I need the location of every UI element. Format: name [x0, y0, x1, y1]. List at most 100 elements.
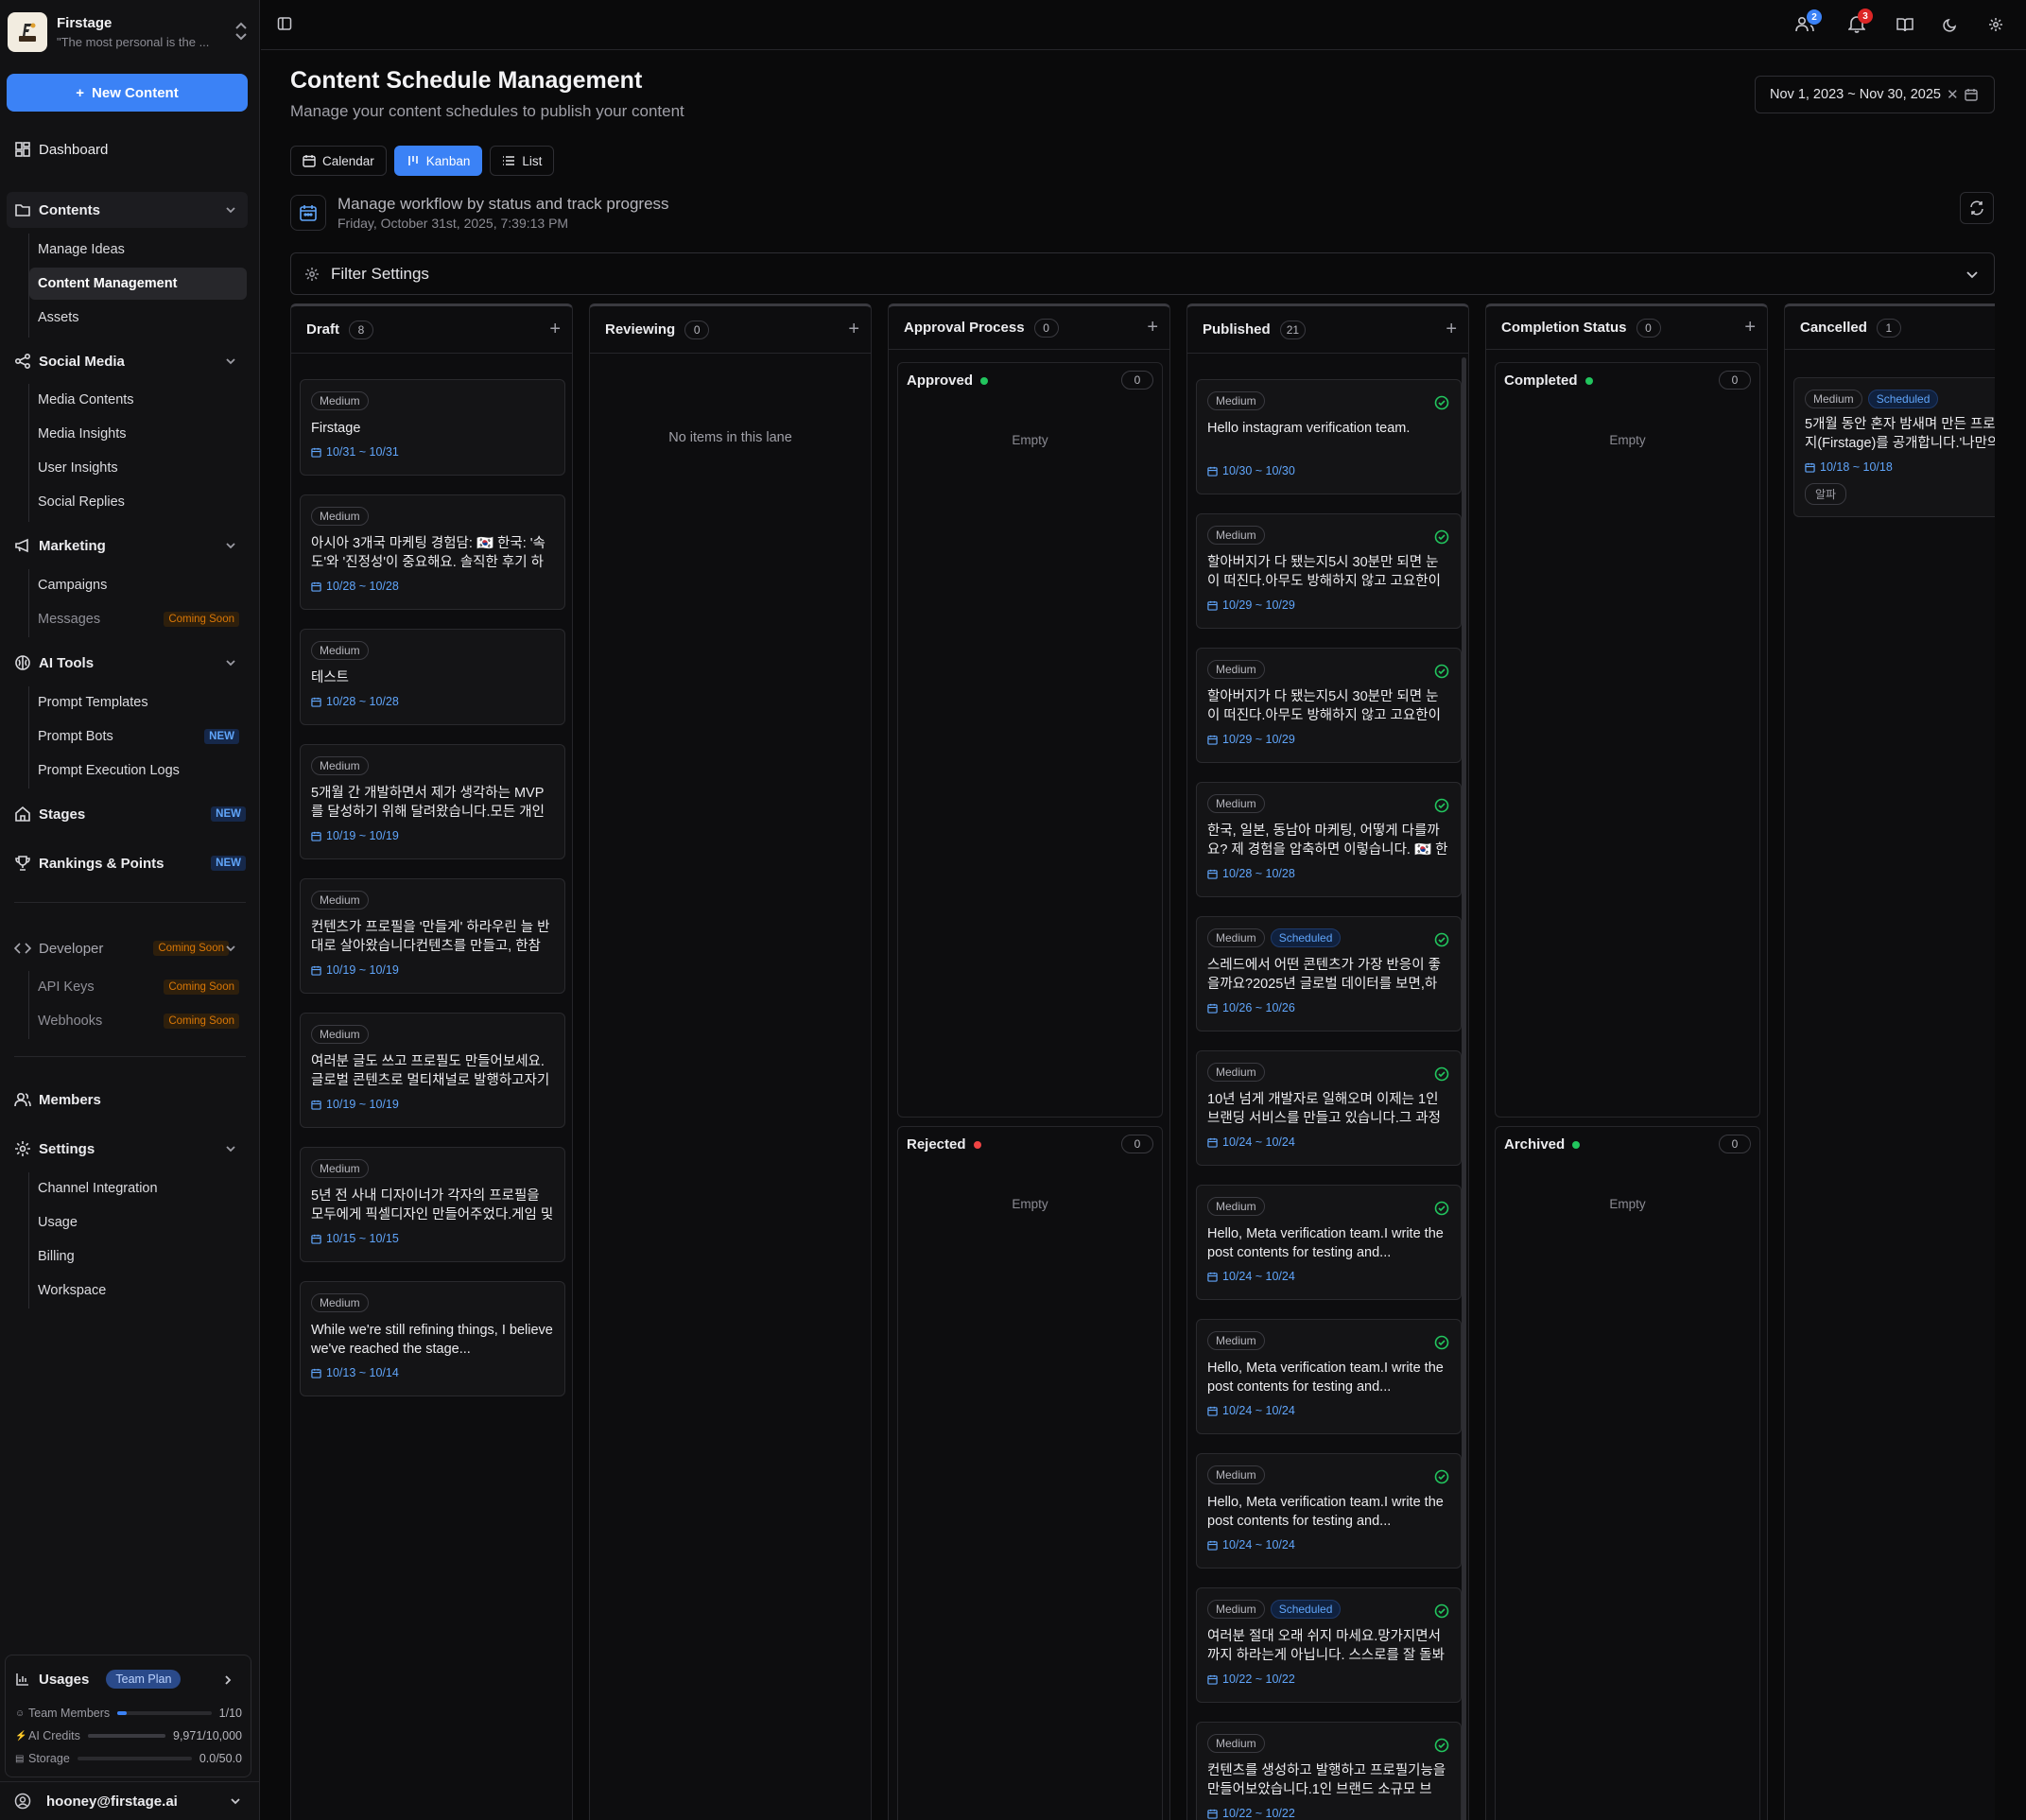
card-title: Hello, Meta verification team.I write th…: [1207, 1224, 1450, 1262]
content-card[interactable]: Medium한국, 일본, 동남아 마케팅, 어떻게 다를까요? 제 경험을 압…: [1196, 782, 1462, 897]
content-card[interactable]: MediumScheduled 5개월 동안 혼자 밤새며 만든 프로젝트 이지…: [1793, 377, 1995, 517]
chevron-down-icon[interactable]: [225, 205, 236, 215]
nav-ai-tools[interactable]: AI Tools: [14, 650, 94, 676]
chevron-down-icon[interactable]: [225, 944, 236, 953]
nav-webhooks[interactable]: Webhooks Coming Soon: [29, 1005, 247, 1037]
calendar-icon: [1207, 1137, 1218, 1148]
content-card[interactable]: MediumHello instagram verification team.…: [1196, 379, 1462, 494]
members-button[interactable]: 2: [1795, 15, 1814, 32]
sidebar-toggle-icon[interactable]: [277, 16, 292, 31]
nav-social-media[interactable]: Social Media: [14, 348, 125, 374]
content-card[interactable]: Medium5개월 간 개발하면서 제가 생각하는 MVP를 달성하기 위해 달…: [300, 744, 565, 859]
main-content: Content Schedule Management Manage your …: [261, 51, 2026, 1820]
nav-content-management[interactable]: Content Management: [29, 268, 247, 300]
add-card-button[interactable]: +: [549, 319, 561, 340]
settings-gear-icon[interactable]: [1988, 17, 2003, 32]
tab-calendar-label: Calendar: [322, 154, 374, 168]
content-card[interactable]: Medium5년 전 사내 디자이너가 각자의 프로필을 모두에게 픽셀디자인 …: [300, 1147, 565, 1262]
nav-prompt-bots[interactable]: Prompt Bots NEW: [29, 720, 247, 753]
card-date-value: 10/24 ~ 10/24: [1222, 1538, 1295, 1551]
nav-prompt-logs[interactable]: Prompt Execution Logs: [29, 754, 247, 787]
filter-settings-toggle[interactable]: Filter Settings: [290, 252, 1995, 295]
notifications-button[interactable]: 3: [1848, 14, 1865, 33]
content-card[interactable]: Medium여러분 글도 쓰고 프로필도 만들어보세요.글로벌 콘텐츠로 멀티채…: [300, 1013, 565, 1128]
add-card-button[interactable]: +: [1446, 319, 1457, 340]
nav-dashboard[interactable]: Dashboard: [14, 136, 108, 163]
chevron-down-icon[interactable]: [225, 658, 236, 667]
nav-billing[interactable]: Billing: [29, 1240, 247, 1273]
nav-messages[interactable]: Messages Coming Soon: [29, 603, 247, 635]
priority-badge: Medium: [311, 641, 369, 660]
content-card[interactable]: Medium10년 넘게 개발자로 일해오며 이제는 1인 브랜딩 서비스를 만…: [1196, 1050, 1462, 1166]
content-card[interactable]: MediumScheduled여러분 절대 오래 쉬지 마세요.망가지면서까지 …: [1196, 1587, 1462, 1703]
nav-usage[interactable]: Usage: [29, 1206, 247, 1239]
content-card[interactable]: Medium할아버지가 다 됐는지5시 30분만 되면 눈이 떠진다.아무도 방…: [1196, 513, 1462, 629]
content-card[interactable]: Medium아시아 3개국 마케팅 경험담: 🇰🇷 한국: '속도'와 '진정성…: [300, 494, 565, 610]
scrollbar[interactable]: [1462, 357, 1466, 1820]
lane-count: 0: [1034, 319, 1059, 338]
nav-rankings[interactable]: Rankings & Points NEW: [14, 850, 246, 876]
filter-settings-label: Filter Settings: [331, 265, 429, 284]
nav-user-insights[interactable]: User Insights: [29, 452, 247, 484]
content-card[interactable]: Medium컨텐츠가 프로필을 '만들게' 하라우린 늘 반대로 살아왔습니다컨…: [300, 878, 565, 994]
status-dot: [1572, 1141, 1580, 1149]
content-card[interactable]: Medium컨텐츠를 생성하고 발행하고 프로필기능을 만들어보았습니다.1인 …: [1196, 1722, 1462, 1820]
sublane-title: Completed: [1504, 373, 1578, 389]
nav-contents[interactable]: Contents: [14, 197, 100, 223]
chevron-down-icon[interactable]: [225, 356, 236, 366]
nav-channel-integration[interactable]: Channel Integration: [29, 1172, 247, 1205]
tab-kanban[interactable]: Kanban: [394, 146, 483, 176]
refresh-button[interactable]: [1960, 192, 1994, 224]
nav-media-insights[interactable]: Media Insights: [29, 418, 247, 450]
add-card-button[interactable]: +: [1147, 317, 1158, 338]
nav-messages-label: Messages: [38, 612, 100, 627]
nav-settings[interactable]: Settings: [14, 1135, 95, 1162]
page-subtitle: Manage your content schedules to publish…: [290, 102, 684, 121]
card-date-value: 10/18 ~ 10/18: [1820, 460, 1893, 474]
card-date-value: 10/24 ~ 10/24: [1222, 1270, 1295, 1283]
priority-badge: Medium: [311, 391, 369, 410]
nav-campaigns[interactable]: Campaigns: [29, 569, 247, 601]
sidebar-nav: Dashboard Contents Manage Ideas Content …: [0, 0, 260, 1645]
nav-prompt-templates[interactable]: Prompt Templates: [29, 686, 247, 719]
nav-marketing[interactable]: Marketing: [14, 532, 106, 559]
gear-icon: [304, 267, 320, 282]
nav-social-replies[interactable]: Social Replies: [29, 486, 247, 518]
chevron-down-icon[interactable]: [225, 541, 236, 550]
nav-stages[interactable]: Stages NEW: [14, 801, 246, 827]
book-icon[interactable]: [1896, 17, 1913, 32]
calendar-icon: [1207, 1674, 1218, 1685]
nav-assets[interactable]: Assets: [29, 302, 247, 334]
bar-chart-icon: [15, 1672, 30, 1687]
nav-developer[interactable]: Developer Coming Soon: [14, 935, 246, 962]
priority-badge: Medium: [1207, 526, 1265, 545]
content-card[interactable]: MediumWhile we're still refining things,…: [300, 1281, 565, 1396]
tab-list[interactable]: List: [490, 146, 554, 176]
add-card-button[interactable]: +: [848, 319, 859, 340]
content-card[interactable]: MediumFirstage10/31 ~ 10/31: [300, 379, 565, 476]
moon-icon[interactable]: [1943, 17, 1958, 32]
clear-icon[interactable]: ✕: [1947, 86, 1959, 103]
nav-api-keys[interactable]: API Keys Coming Soon: [29, 971, 247, 1003]
nav-manage-ideas[interactable]: Manage Ideas: [29, 234, 247, 266]
user-menu[interactable]: hooney@firstage.ai: [0, 1781, 260, 1820]
content-card[interactable]: MediumHello, Meta verification team.I wr…: [1196, 1453, 1462, 1569]
tab-calendar[interactable]: Calendar: [290, 146, 387, 176]
chevron-down-icon[interactable]: [225, 1144, 236, 1153]
coming-soon-badge: Coming Soon: [164, 612, 239, 627]
divider: [14, 902, 246, 903]
add-card-button[interactable]: +: [1744, 317, 1756, 338]
nav-members[interactable]: Members: [14, 1086, 101, 1113]
content-card[interactable]: MediumHello, Meta verification team.I wr…: [1196, 1185, 1462, 1300]
content-card[interactable]: Medium테스트10/28 ~ 10/28: [300, 629, 565, 725]
usage-panel[interactable]: Usages Team Plan ☺Team Members1/10⚡AI Cr…: [5, 1655, 251, 1777]
nav-workspace[interactable]: Workspace: [29, 1274, 247, 1307]
date-range-picker[interactable]: Nov 1, 2023 ~ Nov 30, 2025 ✕: [1755, 76, 1995, 113]
content-card[interactable]: Medium할아버지가 다 됐는지5시 30분만 되면 눈이 떠진다.아무도 방…: [1196, 648, 1462, 763]
nav-marketing-label: Marketing: [39, 538, 106, 554]
priority-badge: Medium: [1207, 1063, 1265, 1082]
content-card[interactable]: MediumHello, Meta verification team.I wr…: [1196, 1319, 1462, 1434]
nav-media-contents[interactable]: Media Contents: [29, 384, 247, 416]
card-date: 10/28 ~ 10/28: [311, 695, 554, 708]
content-card[interactable]: MediumScheduled스레드에서 어떤 콘텐츠가 가장 반응이 좋을까요…: [1196, 916, 1462, 1031]
